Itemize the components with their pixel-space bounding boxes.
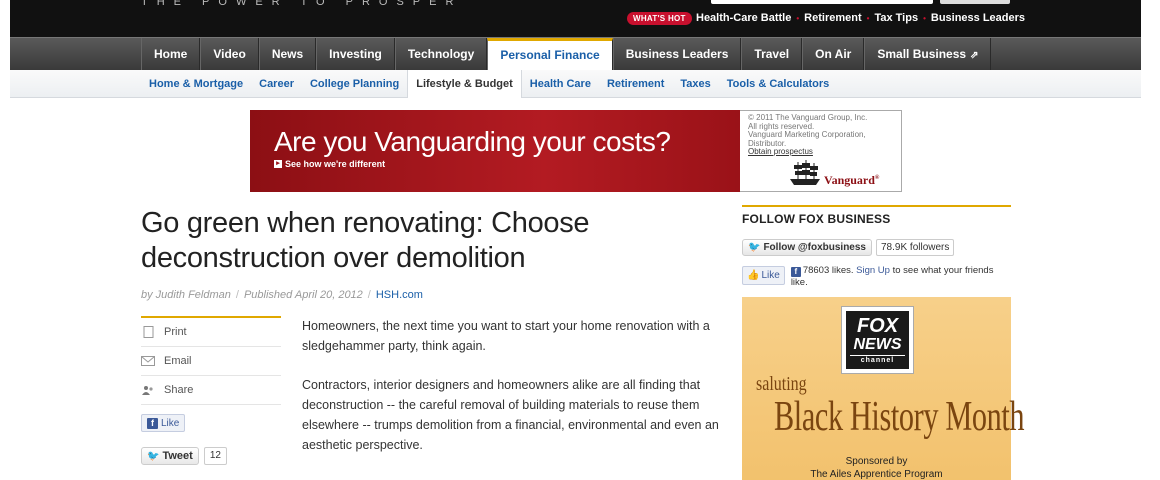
promo-title: Black History Month bbox=[774, 394, 1025, 440]
ad-legal-text: © 2011 The Vanguard Group, Inc. All righ… bbox=[748, 113, 898, 157]
hot-link-tax-tips[interactable]: Tax Tips bbox=[874, 12, 918, 24]
article-body: Homeowners, the next time you want to st… bbox=[302, 316, 732, 474]
facebook-like-label: Like bbox=[161, 417, 180, 429]
facebook-like-button[interactable]: f Like bbox=[141, 414, 186, 432]
subnav-health-care[interactable]: Health Care bbox=[522, 70, 599, 98]
logo-line: NEWS bbox=[853, 336, 902, 353]
article-paragraph: Homeowners, the next time you want to st… bbox=[302, 319, 710, 353]
vanguard-logo: Vanguard® bbox=[824, 173, 880, 187]
tweet-row: 🐦 Tweet 12 bbox=[141, 447, 227, 465]
share-button[interactable]: Share bbox=[141, 376, 281, 405]
article-paragraph: Contractors, interior designers and home… bbox=[302, 378, 719, 452]
print-label: Print bbox=[164, 326, 187, 338]
tweet-count: 12 bbox=[203, 447, 227, 465]
whats-hot-badge: WHAT'S HOT bbox=[627, 12, 692, 25]
subnav-lifestyle-budget[interactable]: Lifestyle & Budget bbox=[407, 70, 522, 98]
tweet-button[interactable]: 🐦 Tweet bbox=[141, 447, 199, 465]
nav-small-business-label: Small Business bbox=[877, 47, 967, 61]
search-input[interactable] bbox=[711, 0, 933, 4]
black-history-month-promo[interactable]: FOX NEWS channel saluting Black History … bbox=[742, 297, 1025, 480]
email-button[interactable]: Email bbox=[141, 347, 281, 376]
share-icon bbox=[141, 384, 155, 396]
subnav-taxes[interactable]: Taxes bbox=[672, 70, 718, 98]
vanguard-ad-banner[interactable]: Are you Vanguarding your costs? ▸ See ho… bbox=[250, 110, 902, 192]
twitter-follow-button[interactable]: 🐦 Follow @foxbusiness bbox=[742, 239, 872, 256]
tweet-label: Tweet bbox=[162, 450, 193, 462]
byline-separator: / bbox=[367, 289, 371, 301]
nav-home[interactable]: Home bbox=[141, 38, 201, 71]
email-label: Email bbox=[164, 355, 192, 367]
subnav-retirement[interactable]: Retirement bbox=[599, 70, 672, 98]
ad-cta-link[interactable]: ▸ See how we're different bbox=[274, 159, 385, 169]
print-button[interactable]: Print bbox=[141, 318, 281, 347]
facebook-like-count: 78603 likes. bbox=[802, 265, 854, 276]
subnav-tools-calculators[interactable]: Tools & Calculators bbox=[719, 70, 837, 98]
subnav-college-planning[interactable]: College Planning bbox=[302, 70, 407, 98]
share-label: Share bbox=[164, 384, 194, 396]
prospectus-link[interactable]: Obtain prospectus bbox=[748, 147, 898, 157]
byline-source-link[interactable]: HSH.com bbox=[376, 289, 423, 301]
facebook-signup-link[interactable]: Sign Up bbox=[856, 265, 890, 276]
main-nav: Home Video News Investing Technology Per… bbox=[10, 37, 1141, 71]
article-title: Go green when renovating: Choose deconst… bbox=[141, 207, 590, 274]
facebook-like-label: Like bbox=[761, 270, 780, 281]
fox-news-logo: FOX NEWS channel bbox=[841, 306, 914, 374]
promo-sponsor: Sponsored by The Ailes Apprentice Progra… bbox=[742, 455, 1011, 480]
byline-author: by Judith Feldman bbox=[141, 289, 231, 301]
logo-line: channel bbox=[850, 355, 905, 365]
nav-on-air[interactable]: On Air bbox=[802, 38, 865, 71]
ad-white-panel: © 2011 The Vanguard Group, Inc. All righ… bbox=[740, 110, 902, 192]
hot-link-health-care[interactable]: Health-Care Battle bbox=[696, 12, 791, 24]
sub-nav: Home & Mortgage Career College Planning … bbox=[10, 70, 1141, 98]
search-button[interactable] bbox=[940, 0, 1010, 4]
byline-separator: / bbox=[235, 289, 239, 301]
separator-dot: • bbox=[866, 13, 870, 23]
site-tagline: THE POWER TO PROSPER™ bbox=[141, 0, 467, 8]
facebook-like-button[interactable]: 👍 Like bbox=[742, 266, 785, 285]
nav-business-leaders[interactable]: Business Leaders bbox=[612, 38, 742, 71]
nav-news[interactable]: News bbox=[258, 38, 317, 71]
ship-icon bbox=[790, 160, 820, 185]
sidebar-divider bbox=[742, 205, 1011, 207]
thumbs-up-icon: 👍 bbox=[747, 270, 760, 281]
subnav-career[interactable]: Career bbox=[251, 70, 302, 98]
logo-line: FOX bbox=[856, 315, 899, 337]
twitter-follow-widget: 🐦 Follow @foxbusiness 78.9K followers bbox=[742, 239, 955, 256]
separator-dot: • bbox=[923, 13, 926, 23]
hot-links: Health-Care Battle • Retirement • Tax Ti… bbox=[696, 12, 1025, 24]
print-icon bbox=[141, 326, 155, 338]
twitter-follow-label: Follow @foxbusiness bbox=[763, 242, 866, 253]
twitter-bird-icon: 🐦 bbox=[748, 242, 761, 253]
facebook-widget: 👍 Like f 78603 likes. Sign Up to see what… bbox=[742, 265, 1012, 289]
twitter-bird-icon: 🐦 bbox=[147, 450, 160, 462]
facebook-icon: f bbox=[147, 417, 158, 429]
separator-dot: • bbox=[796, 13, 800, 23]
arrow-box-icon: ▸ bbox=[274, 160, 282, 168]
facebook-icon: f bbox=[790, 267, 801, 277]
hot-link-business-leaders[interactable]: Business Leaders bbox=[931, 12, 1025, 24]
ad-headline: Are you Vanguarding your costs? bbox=[274, 126, 671, 157]
external-link-icon: ⇗ bbox=[970, 50, 979, 61]
follower-count: 78.9K followers bbox=[876, 239, 955, 256]
nav-small-business[interactable]: Small Business ⇗ bbox=[864, 38, 992, 71]
share-tools: Print Email Share bbox=[141, 316, 281, 405]
nav-video[interactable]: Video bbox=[200, 38, 259, 71]
promo-sponsor-line: The Ailes Apprentice Program bbox=[810, 469, 943, 480]
byline: by Judith Feldman / Published April 20, 20… bbox=[141, 289, 423, 301]
ad-red-panel: Are you Vanguarding your costs? ▸ See ho… bbox=[250, 110, 740, 192]
nav-technology[interactable]: Technology bbox=[394, 38, 488, 71]
follow-title: FOLLOW FOX BUSINESS bbox=[742, 212, 891, 226]
nav-personal-finance[interactable]: Personal Finance bbox=[487, 38, 613, 71]
email-icon bbox=[141, 355, 155, 367]
nav-investing[interactable]: Investing bbox=[316, 38, 395, 71]
ad-cta-label: See how we're different bbox=[285, 159, 386, 169]
facebook-like-text: f 78603 likes. Sign Up to see what your f… bbox=[790, 265, 1006, 289]
nav-travel[interactable]: Travel bbox=[741, 38, 803, 71]
byline-published: Published April 20, 2012 bbox=[243, 289, 363, 301]
promo-sponsor-line: Sponsored by bbox=[845, 456, 908, 467]
hot-link-retirement[interactable]: Retirement bbox=[804, 12, 861, 24]
subnav-home-mortgage[interactable]: Home & Mortgage bbox=[141, 70, 251, 98]
